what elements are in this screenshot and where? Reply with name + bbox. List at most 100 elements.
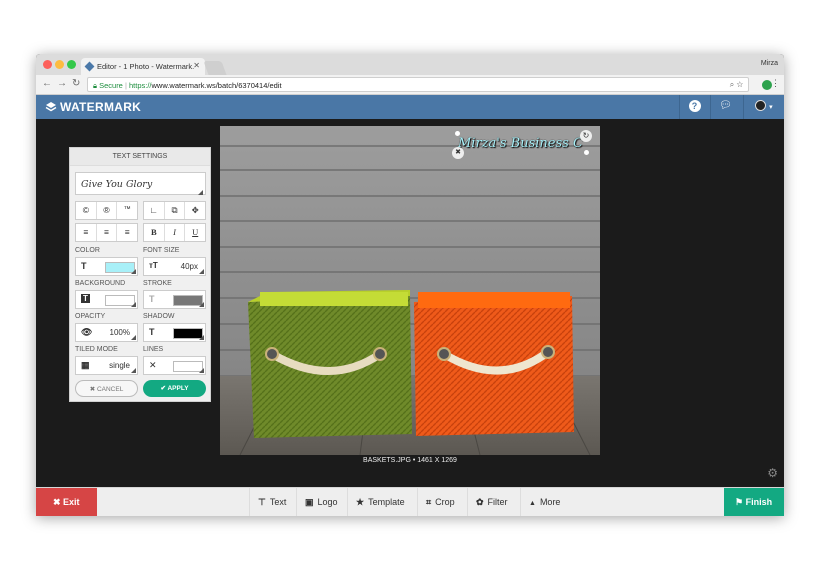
browser-menu-icon[interactable]: ⋮	[771, 78, 780, 89]
watermark-rotate-icon[interactable]: ↻	[580, 130, 592, 142]
watermark-remove-icon[interactable]: ✖	[452, 147, 464, 159]
browser-tab[interactable]: Editor - 1 Photo - Watermark. ✕	[81, 58, 205, 75]
address-bar: ← → ↻ 🔒︎ Secure | https://www.watermark.…	[36, 75, 784, 95]
text-settings-panel: TEXT SETTINGS Give You Glory © ® ™ ∟ ⧉ ✥…	[69, 147, 211, 402]
font-size-label: FONT SIZE	[143, 247, 180, 254]
account-menu-button[interactable]: ▾	[743, 95, 784, 119]
stroke-label: STROKE	[143, 280, 172, 287]
chevron-down-icon: ▾	[769, 104, 773, 111]
text-tool-icon: ⊤	[258, 497, 266, 507]
help-icon: ?	[688, 100, 701, 112]
photo-caption: BASKETS.JPG • 1461 X 1269	[363, 457, 457, 464]
close-window-button[interactable]	[43, 60, 52, 69]
apply-button[interactable]: ✔ APPLY	[143, 380, 206, 397]
url-input[interactable]: 🔒︎ Secure | https://www.watermark.ws/bat…	[87, 77, 749, 92]
crop-icon: ⌗	[426, 497, 432, 507]
layers-icon[interactable]: ⧉	[165, 202, 186, 219]
baskets-photo	[220, 126, 600, 455]
reload-icon[interactable]: ↻	[72, 78, 80, 89]
star-icon: ★	[356, 497, 365, 507]
underline-button[interactable]: U	[185, 224, 205, 241]
opacity-label: OPACITY	[75, 313, 106, 320]
stroke-icon: T	[149, 294, 155, 304]
chat-button[interactable]: 💬︎	[710, 95, 740, 119]
tab-title: Editor - 1 Photo - Watermark.	[97, 62, 195, 71]
forward-arrow-icon[interactable]: →	[57, 78, 67, 89]
browser-window: Editor - 1 Photo - Watermark. ✕ Mirza ← …	[36, 54, 784, 516]
new-tab-button[interactable]	[203, 61, 227, 75]
background-icon: T	[81, 294, 90, 303]
symbol-buttons: © ® ™	[75, 201, 138, 220]
align-center-button[interactable]: ≡	[97, 224, 118, 241]
shadow-picker[interactable]: T	[143, 323, 206, 342]
opacity-field[interactable]: 👁︎ 100%	[75, 323, 138, 342]
more-tool-button[interactable]: ▲ More	[520, 488, 572, 516]
url-text: www.watermark.ws/batch/6370414/edit	[151, 81, 282, 90]
photo-canvas[interactable]: Mirza's Business C ✖ ↻	[220, 126, 600, 455]
font-size-icon: ᴛT	[149, 261, 158, 270]
crop-tool-label: Crop	[435, 497, 455, 507]
resize-handle[interactable]	[455, 131, 460, 136]
logo-tool-button[interactable]: ▣ Logo	[296, 488, 347, 516]
crop-tool-button[interactable]: ⌗ Crop	[417, 488, 467, 516]
url-actions: ⌕ ☆	[730, 80, 743, 90]
app-logo[interactable]: WATERMARK	[45, 100, 141, 114]
position-buttons: ∟ ⧉ ✥	[143, 201, 206, 220]
watermark-favicon-icon	[84, 61, 95, 72]
alignment-buttons: ≡ ≡ ≡	[75, 223, 138, 242]
align-right-button[interactable]: ≡	[117, 224, 137, 241]
trademark-button[interactable]: ™	[117, 202, 137, 219]
avatar	[755, 100, 767, 111]
lines-field[interactable]: ✕	[143, 356, 206, 375]
brand-name: WATERMARK	[60, 100, 142, 114]
lock-icon: 🔒︎	[93, 81, 97, 90]
back-arrow-icon[interactable]: ←	[42, 78, 52, 89]
minimize-window-button[interactable]	[55, 60, 64, 69]
text-tool-label: Text	[269, 497, 287, 507]
style-buttons: B I U	[143, 223, 206, 242]
font-size-value: 40px	[180, 262, 198, 271]
filter-tool-button[interactable]: ✿ Filter	[467, 488, 520, 516]
url-scheme: https://	[129, 81, 152, 90]
watermark-text-input[interactable]: Give You Glory	[75, 172, 206, 195]
panel-title: TEXT SETTINGS	[70, 148, 210, 166]
watermark-logo-icon	[45, 102, 57, 112]
maximize-window-button[interactable]	[67, 60, 76, 69]
exit-button[interactable]: ✖ Exit	[36, 488, 97, 516]
text-color-icon: T	[81, 261, 87, 271]
corner-icon[interactable]: ∟	[144, 202, 165, 219]
resize-handle[interactable]	[584, 150, 589, 155]
logo-tool-label: Logo	[317, 497, 338, 507]
app-header: WATERMARK ? 💬︎ ▾	[36, 95, 784, 119]
stroke-picker[interactable]: T	[143, 290, 206, 309]
template-tool-button[interactable]: ★ Template	[347, 488, 417, 516]
bookmark-star-icon[interactable]: ☆	[736, 80, 743, 89]
tiled-mode-select[interactable]: ▦ single	[75, 356, 138, 375]
tab-close-icon[interactable]: ✕	[193, 61, 200, 70]
background-picker[interactable]: T	[75, 290, 138, 309]
cancel-button[interactable]: ✖ CANCEL	[75, 380, 138, 397]
registered-button[interactable]: ®	[97, 202, 118, 219]
shadow-icon: T	[149, 327, 155, 337]
bottom-toolbar: ✖ Exit ⊤ Text ▣ Logo ★ Template ⌗ Crop ✿ Filt…	[36, 487, 784, 516]
color-picker[interactable]: T	[75, 257, 138, 276]
browser-user-name[interactable]: Mirza	[761, 60, 778, 67]
text-tool-button[interactable]: ⊤ Text	[249, 488, 296, 516]
help-button[interactable]: ?	[679, 95, 709, 119]
gear-icon[interactable]: ⚙	[767, 466, 778, 480]
lines-label: LINES	[143, 346, 164, 353]
move-icon[interactable]: ✥	[185, 202, 205, 219]
italic-button[interactable]: I	[165, 224, 186, 241]
caret-up-icon: ▲	[529, 500, 536, 507]
align-left-button[interactable]: ≡	[76, 224, 97, 241]
finish-button[interactable]: ⚑ Finish	[724, 488, 784, 516]
font-size-field[interactable]: ᴛT 40px	[143, 257, 206, 276]
color-label: COLOR	[75, 247, 100, 254]
watermark-overlay-text[interactable]: Mirza's Business C	[458, 136, 583, 151]
more-tool-label: More	[539, 497, 561, 507]
zoom-icon[interactable]: ⌕	[730, 80, 734, 89]
copyright-button[interactable]: ©	[76, 202, 97, 219]
filter-tool-label: Filter	[487, 497, 508, 507]
eye-icon: 👁︎	[81, 327, 93, 337]
bold-button[interactable]: B	[144, 224, 165, 241]
